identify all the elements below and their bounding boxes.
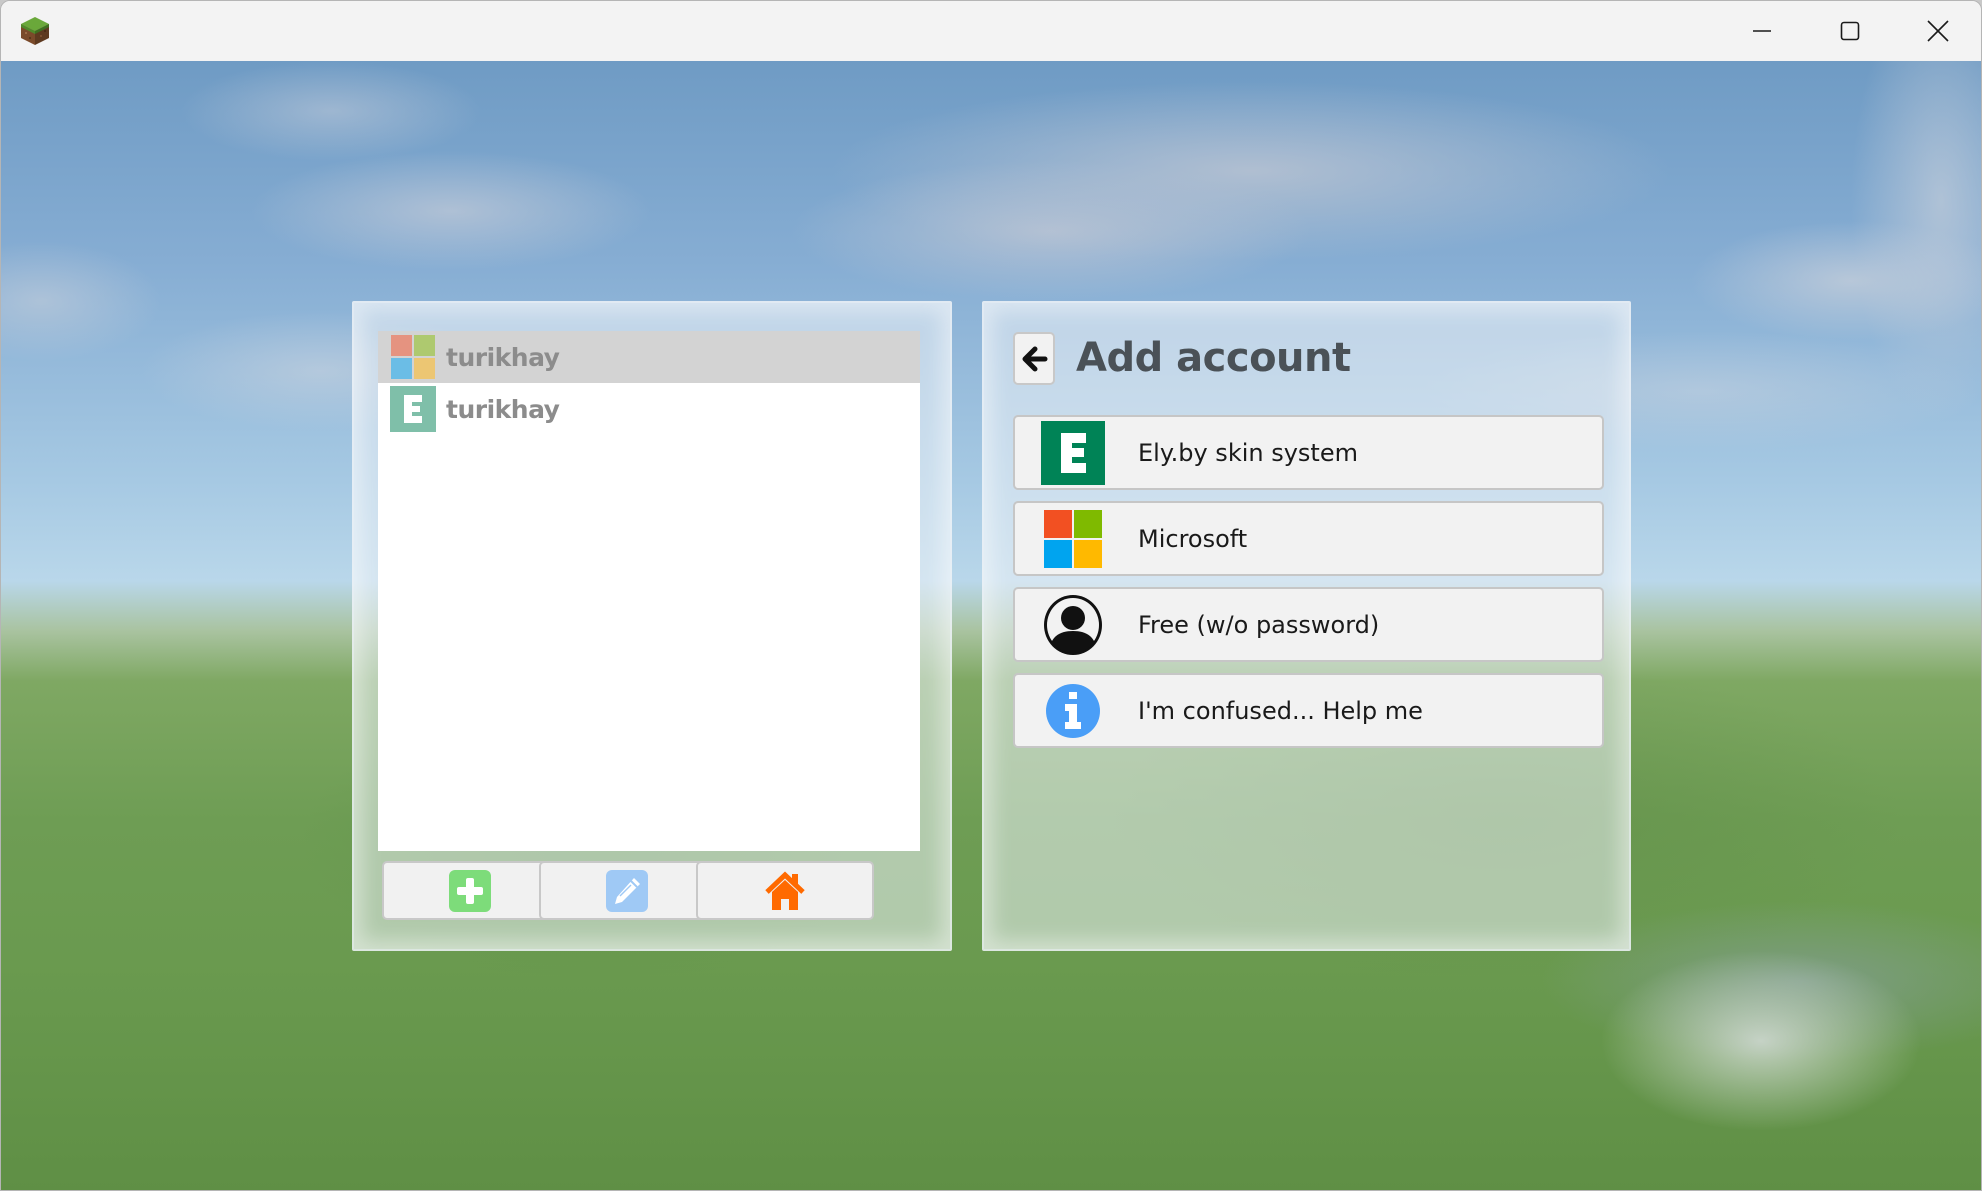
account-name: turikhay [446,394,560,424]
info-icon [1046,684,1100,738]
grass-block-icon [21,17,49,45]
add-account-button[interactable] [382,861,558,920]
ely-by-button[interactable]: Ely.by skin system [1013,415,1604,490]
back-button[interactable] [1013,332,1055,385]
account-row-ely-by[interactable]: turikhay [378,383,920,435]
home-icon [765,871,805,910]
ely-by-icon [390,386,436,432]
method-label: Ely.by skin system [1138,439,1358,467]
account-name: turikhay [446,342,560,372]
method-label: Microsoft [1138,525,1248,553]
method-label: Free (w/o password) [1138,611,1380,639]
minimize-icon [1753,30,1771,32]
free-account-button[interactable]: Free (w/o password) [1013,587,1604,662]
method-label: I'm confused... Help me [1138,697,1423,725]
title-bar[interactable] [1,1,1981,61]
help-button[interactable]: I'm confused... Help me [1013,673,1604,748]
microsoft-logo-icon [391,335,435,379]
page-title: Add account [1076,335,1351,381]
maximize-button[interactable] [1807,1,1893,61]
account-list[interactable]: turikhay turikhay [378,331,920,851]
background-scene: turikhay turikhay Add account Ely.by ski… [1,61,1981,1190]
add-icon [449,869,491,912]
user-circle-icon [1044,595,1102,655]
microsoft-button[interactable]: Microsoft [1013,501,1604,576]
ely-by-icon [1041,421,1105,485]
accounts-panel: turikhay turikhay [352,301,952,951]
minimize-button[interactable] [1719,1,1805,61]
account-row-microsoft[interactable]: turikhay [378,331,920,383]
pencil-icon [606,869,648,912]
edit-account-button[interactable] [539,861,715,920]
app-window: turikhay turikhay Add account Ely.by ski… [0,0,1982,1191]
home-button[interactable] [696,861,874,920]
microsoft-logo-icon [1044,510,1102,568]
close-icon [1927,20,1949,42]
add-account-panel: Add account Ely.by skin system Microsoft [982,301,1631,951]
close-button[interactable] [1895,1,1981,61]
arrow-left-icon [1022,346,1048,371]
maximize-icon [1840,21,1860,41]
